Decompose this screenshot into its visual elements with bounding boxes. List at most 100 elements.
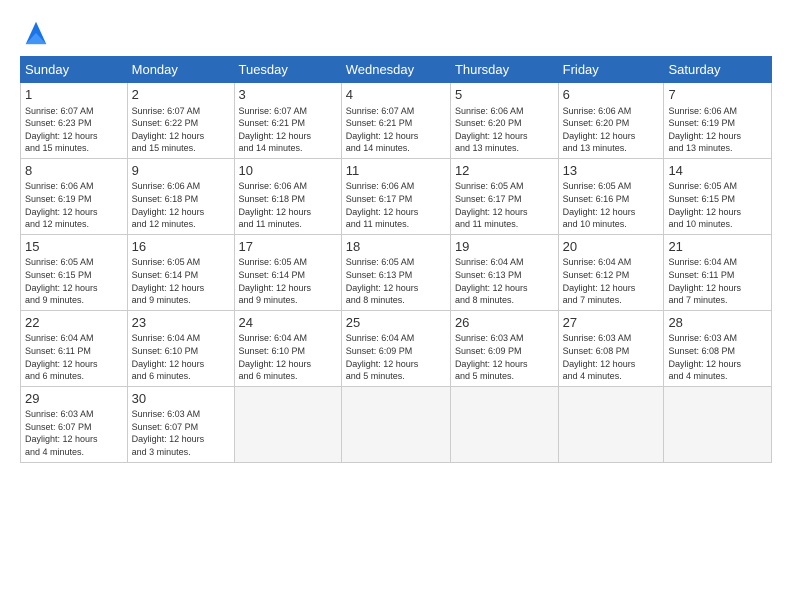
day-number: 20 bbox=[563, 238, 660, 256]
day-info: Sunrise: 6:03 AM Sunset: 6:08 PM Dayligh… bbox=[563, 332, 660, 382]
day-info: Sunrise: 6:06 AM Sunset: 6:17 PM Dayligh… bbox=[346, 180, 446, 230]
day-number: 27 bbox=[563, 314, 660, 332]
calendar-day-cell: 8Sunrise: 6:06 AM Sunset: 6:19 PM Daylig… bbox=[21, 158, 128, 234]
calendar-day-cell: 16Sunrise: 6:05 AM Sunset: 6:14 PM Dayli… bbox=[127, 234, 234, 310]
calendar-week-row: 29Sunrise: 6:03 AM Sunset: 6:07 PM Dayli… bbox=[21, 386, 772, 462]
calendar-day-cell: 19Sunrise: 6:04 AM Sunset: 6:13 PM Dayli… bbox=[450, 234, 558, 310]
day-info: Sunrise: 6:04 AM Sunset: 6:11 PM Dayligh… bbox=[668, 256, 767, 306]
day-info: Sunrise: 6:05 AM Sunset: 6:15 PM Dayligh… bbox=[25, 256, 123, 306]
day-info: Sunrise: 6:04 AM Sunset: 6:13 PM Dayligh… bbox=[455, 256, 554, 306]
day-info: Sunrise: 6:04 AM Sunset: 6:12 PM Dayligh… bbox=[563, 256, 660, 306]
calendar-day-cell: 3Sunrise: 6:07 AM Sunset: 6:21 PM Daylig… bbox=[234, 83, 341, 159]
day-info: Sunrise: 6:05 AM Sunset: 6:13 PM Dayligh… bbox=[346, 256, 446, 306]
day-number: 10 bbox=[239, 162, 337, 180]
day-info: Sunrise: 6:04 AM Sunset: 6:11 PM Dayligh… bbox=[25, 332, 123, 382]
header bbox=[20, 18, 772, 46]
calendar-day-cell: 12Sunrise: 6:05 AM Sunset: 6:17 PM Dayli… bbox=[450, 158, 558, 234]
day-info: Sunrise: 6:06 AM Sunset: 6:20 PM Dayligh… bbox=[455, 105, 554, 155]
calendar-day-cell: 17Sunrise: 6:05 AM Sunset: 6:14 PM Dayli… bbox=[234, 234, 341, 310]
day-number: 28 bbox=[668, 314, 767, 332]
day-number: 3 bbox=[239, 86, 337, 104]
day-number: 18 bbox=[346, 238, 446, 256]
calendar-day-cell: 7Sunrise: 6:06 AM Sunset: 6:19 PM Daylig… bbox=[664, 83, 772, 159]
header-row: SundayMondayTuesdayWednesdayThursdayFrid… bbox=[21, 57, 772, 83]
calendar-day-cell: 29Sunrise: 6:03 AM Sunset: 6:07 PM Dayli… bbox=[21, 386, 128, 462]
calendar-day-cell: 9Sunrise: 6:06 AM Sunset: 6:18 PM Daylig… bbox=[127, 158, 234, 234]
calendar-table: SundayMondayTuesdayWednesdayThursdayFrid… bbox=[20, 56, 772, 463]
day-info: Sunrise: 6:05 AM Sunset: 6:16 PM Dayligh… bbox=[563, 180, 660, 230]
page: SundayMondayTuesdayWednesdayThursdayFrid… bbox=[0, 0, 792, 473]
day-number: 29 bbox=[25, 390, 123, 408]
day-info: Sunrise: 6:06 AM Sunset: 6:20 PM Dayligh… bbox=[563, 105, 660, 155]
day-number: 22 bbox=[25, 314, 123, 332]
day-number: 2 bbox=[132, 86, 230, 104]
day-number: 23 bbox=[132, 314, 230, 332]
day-info: Sunrise: 6:05 AM Sunset: 6:15 PM Dayligh… bbox=[668, 180, 767, 230]
day-info: Sunrise: 6:04 AM Sunset: 6:10 PM Dayligh… bbox=[132, 332, 230, 382]
day-info: Sunrise: 6:07 AM Sunset: 6:22 PM Dayligh… bbox=[132, 105, 230, 155]
day-number: 26 bbox=[455, 314, 554, 332]
logo bbox=[20, 18, 50, 46]
calendar-day-cell: 24Sunrise: 6:04 AM Sunset: 6:10 PM Dayli… bbox=[234, 310, 341, 386]
day-info: Sunrise: 6:05 AM Sunset: 6:17 PM Dayligh… bbox=[455, 180, 554, 230]
calendar-day-cell: 27Sunrise: 6:03 AM Sunset: 6:08 PM Dayli… bbox=[558, 310, 664, 386]
calendar-week-row: 8Sunrise: 6:06 AM Sunset: 6:19 PM Daylig… bbox=[21, 158, 772, 234]
day-number: 17 bbox=[239, 238, 337, 256]
day-number: 15 bbox=[25, 238, 123, 256]
day-number: 7 bbox=[668, 86, 767, 104]
calendar-day-cell: 13Sunrise: 6:05 AM Sunset: 6:16 PM Dayli… bbox=[558, 158, 664, 234]
weekday-header: Sunday bbox=[21, 57, 128, 83]
logo-icon bbox=[22, 18, 50, 46]
day-number: 19 bbox=[455, 238, 554, 256]
calendar-week-row: 1Sunrise: 6:07 AM Sunset: 6:23 PM Daylig… bbox=[21, 83, 772, 159]
day-number: 21 bbox=[668, 238, 767, 256]
day-info: Sunrise: 6:03 AM Sunset: 6:07 PM Dayligh… bbox=[25, 408, 123, 458]
day-info: Sunrise: 6:03 AM Sunset: 6:07 PM Dayligh… bbox=[132, 408, 230, 458]
calendar-day-cell bbox=[234, 386, 341, 462]
calendar-day-cell: 20Sunrise: 6:04 AM Sunset: 6:12 PM Dayli… bbox=[558, 234, 664, 310]
weekday-header: Thursday bbox=[450, 57, 558, 83]
calendar-week-row: 15Sunrise: 6:05 AM Sunset: 6:15 PM Dayli… bbox=[21, 234, 772, 310]
weekday-header: Monday bbox=[127, 57, 234, 83]
calendar-day-cell bbox=[558, 386, 664, 462]
weekday-header: Friday bbox=[558, 57, 664, 83]
calendar-day-cell: 30Sunrise: 6:03 AM Sunset: 6:07 PM Dayli… bbox=[127, 386, 234, 462]
day-number: 14 bbox=[668, 162, 767, 180]
calendar-day-cell: 14Sunrise: 6:05 AM Sunset: 6:15 PM Dayli… bbox=[664, 158, 772, 234]
weekday-header: Tuesday bbox=[234, 57, 341, 83]
day-number: 4 bbox=[346, 86, 446, 104]
calendar-day-cell: 15Sunrise: 6:05 AM Sunset: 6:15 PM Dayli… bbox=[21, 234, 128, 310]
day-number: 1 bbox=[25, 86, 123, 104]
calendar-day-cell: 5Sunrise: 6:06 AM Sunset: 6:20 PM Daylig… bbox=[450, 83, 558, 159]
day-info: Sunrise: 6:07 AM Sunset: 6:21 PM Dayligh… bbox=[239, 105, 337, 155]
day-number: 16 bbox=[132, 238, 230, 256]
calendar-day-cell bbox=[341, 386, 450, 462]
calendar-day-cell: 11Sunrise: 6:06 AM Sunset: 6:17 PM Dayli… bbox=[341, 158, 450, 234]
calendar-day-cell bbox=[664, 386, 772, 462]
calendar-day-cell: 21Sunrise: 6:04 AM Sunset: 6:11 PM Dayli… bbox=[664, 234, 772, 310]
day-number: 13 bbox=[563, 162, 660, 180]
day-info: Sunrise: 6:06 AM Sunset: 6:19 PM Dayligh… bbox=[668, 105, 767, 155]
day-info: Sunrise: 6:07 AM Sunset: 6:23 PM Dayligh… bbox=[25, 105, 123, 155]
day-number: 12 bbox=[455, 162, 554, 180]
calendar-week-row: 22Sunrise: 6:04 AM Sunset: 6:11 PM Dayli… bbox=[21, 310, 772, 386]
calendar-day-cell: 26Sunrise: 6:03 AM Sunset: 6:09 PM Dayli… bbox=[450, 310, 558, 386]
calendar-day-cell bbox=[450, 386, 558, 462]
day-number: 11 bbox=[346, 162, 446, 180]
calendar-day-cell: 10Sunrise: 6:06 AM Sunset: 6:18 PM Dayli… bbox=[234, 158, 341, 234]
day-number: 25 bbox=[346, 314, 446, 332]
day-info: Sunrise: 6:06 AM Sunset: 6:19 PM Dayligh… bbox=[25, 180, 123, 230]
day-info: Sunrise: 6:04 AM Sunset: 6:09 PM Dayligh… bbox=[346, 332, 446, 382]
day-number: 8 bbox=[25, 162, 123, 180]
day-number: 24 bbox=[239, 314, 337, 332]
calendar-day-cell: 23Sunrise: 6:04 AM Sunset: 6:10 PM Dayli… bbox=[127, 310, 234, 386]
calendar-day-cell: 22Sunrise: 6:04 AM Sunset: 6:11 PM Dayli… bbox=[21, 310, 128, 386]
weekday-header: Wednesday bbox=[341, 57, 450, 83]
day-info: Sunrise: 6:05 AM Sunset: 6:14 PM Dayligh… bbox=[132, 256, 230, 306]
calendar-day-cell: 6Sunrise: 6:06 AM Sunset: 6:20 PM Daylig… bbox=[558, 83, 664, 159]
weekday-header: Saturday bbox=[664, 57, 772, 83]
day-number: 30 bbox=[132, 390, 230, 408]
day-number: 6 bbox=[563, 86, 660, 104]
calendar-day-cell: 2Sunrise: 6:07 AM Sunset: 6:22 PM Daylig… bbox=[127, 83, 234, 159]
calendar-day-cell: 4Sunrise: 6:07 AM Sunset: 6:21 PM Daylig… bbox=[341, 83, 450, 159]
